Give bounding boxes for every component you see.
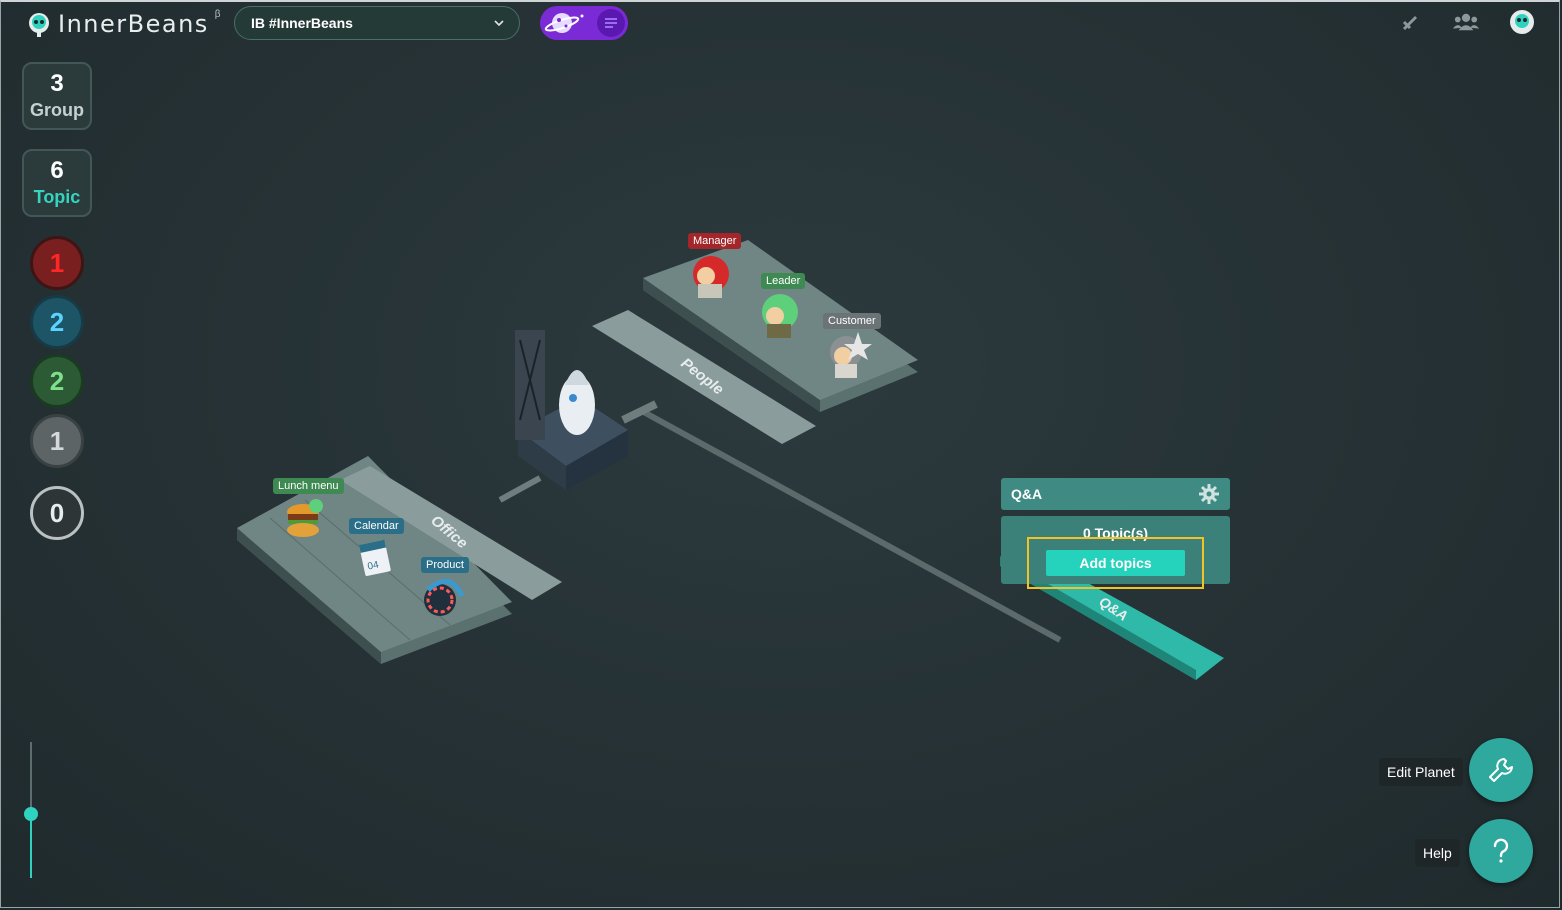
qa-group-title: Q&A <box>1011 486 1043 502</box>
edit-planet-button[interactable] <box>1469 738 1533 802</box>
lunch-menu-tag[interactable]: Lunch menu <box>273 478 344 494</box>
customer-tag[interactable]: Customer <box>823 313 881 329</box>
help-label: Help <box>1415 839 1460 867</box>
rail-to-qa <box>638 407 1062 643</box>
rocket-launchpad[interactable] <box>515 330 628 490</box>
planet-scene: Office People Q&A 04 <box>237 240 1224 680</box>
edit-planet-label: Edit Planet <box>1379 758 1463 786</box>
question-icon <box>1493 838 1509 863</box>
wrench-icon <box>1489 758 1513 782</box>
leader-tag[interactable]: Leader <box>761 273 806 289</box>
qa-group-header[interactable]: Q&A <box>1001 478 1230 510</box>
product-tag[interactable]: Product <box>421 557 469 573</box>
rail-to-office <box>498 475 542 503</box>
highlight-box <box>1027 537 1204 589</box>
help-button[interactable] <box>1469 819 1533 883</box>
calendar-tag[interactable]: Calendar <box>349 518 404 534</box>
gear-icon[interactable] <box>1198 483 1220 505</box>
manager-tag[interactable]: Manager <box>688 233 742 249</box>
